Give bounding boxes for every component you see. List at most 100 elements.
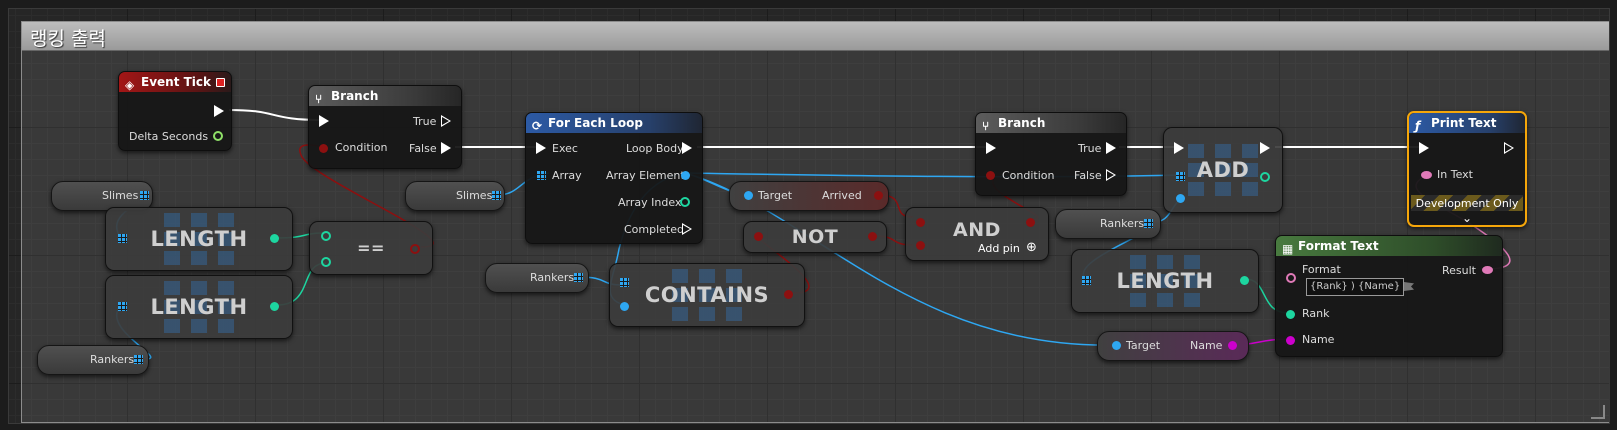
add-pin-icon[interactable]: ⊕ [1026,240,1037,255]
delta-seconds-pin[interactable] [213,131,223,141]
and-node[interactable]: AND Add pin ⊕ [905,207,1049,261]
rankers-getter-3[interactable]: Rankers [1055,209,1161,239]
length-node-2[interactable]: LENGTH [105,275,293,339]
equals-a-pin[interactable] [321,231,331,241]
and-out-pin[interactable] [1026,218,1035,227]
delegate-pin-icon[interactable] [216,78,225,87]
result-pin[interactable] [1482,266,1493,274]
length-node-1[interactable]: LENGTH [105,207,293,271]
rankers-out-pin[interactable] [574,273,583,282]
branch-node-1[interactable]: ⑂ Branch True Condition False [308,85,462,169]
event-tick-header[interactable]: ◈ Event Tick [119,72,231,92]
result-label: Result [1442,264,1476,277]
format-text-header[interactable]: ▦ Format Text [1276,236,1502,256]
contains-item-pin[interactable] [620,302,629,311]
for-each-header[interactable]: ⟳ For Each Loop [526,113,702,133]
branch-1-title: Branch [331,89,379,103]
format-pin[interactable] [1286,273,1296,283]
event-tick-node[interactable]: ◈ Event Tick Delta Seconds [118,71,232,151]
in-text-pin[interactable] [1421,171,1432,179]
branch-icon: ⑂ [982,119,990,133]
length-node-3[interactable]: LENGTH [1071,249,1259,313]
arrived-getter[interactable]: Target Arrived [729,181,889,211]
slimes-out-pin[interactable] [140,191,149,200]
branch-1-header[interactable]: ⑂ Branch [309,86,461,106]
length-2-out-pin[interactable] [270,302,279,311]
add-out-pin[interactable] [1260,172,1270,182]
print-text-exec-out[interactable] [1504,142,1514,154]
arrived-label: Arrived [822,189,862,202]
branch-1-true-pin[interactable] [441,115,451,127]
contains-out-pin[interactable] [784,290,793,299]
for-each-exec-label: Exec [552,142,578,155]
name-getter-label: Name [1190,339,1223,352]
slimes-getter-2[interactable]: Slimes [405,181,505,211]
length-3-out-pin[interactable] [1240,276,1249,285]
expand-chevron-icon[interactable]: ⌄ [1409,211,1525,225]
rankers-getter-1[interactable]: Rankers [37,345,149,375]
and-b-pin[interactable] [916,241,925,250]
name-target-pin[interactable] [1112,341,1121,350]
format-value-field[interactable]: {Rank} ) {Name} [1306,278,1405,296]
branch-2-false-pin[interactable] [1106,169,1116,181]
arrived-target-pin[interactable] [744,191,753,200]
event-tick-title: Event Tick [141,75,212,89]
graph-canvas[interactable]: 랭킹 출력 ◈ Event Tick Delta Seconds ⑂ Branc… [8,8,1610,424]
branch-2-header[interactable]: ⑂ Branch [976,113,1126,133]
and-a-pin[interactable] [916,218,925,227]
name-out-pin[interactable] [1228,341,1237,350]
format-text-node[interactable]: ▦ Format Text Format {Rank} ) {Name} Res… [1275,235,1503,357]
slimes-label: Slimes [456,189,493,202]
branch-1-false-pin[interactable] [441,142,451,154]
array-index-pin[interactable] [680,197,690,207]
arrived-out-pin[interactable] [874,191,883,200]
rankers-out-pin[interactable] [134,355,143,364]
equals-node[interactable]: == [309,221,433,275]
not-out-pin[interactable] [868,232,877,241]
branch-2-exec-in[interactable] [986,142,996,154]
for-each-array-pin[interactable] [537,171,546,180]
print-text-node[interactable]: ƒ Print Text In Text Development Only ⌄ [1407,111,1527,227]
print-text-header[interactable]: ƒ Print Text [1409,113,1525,133]
for-each-exec-in[interactable] [536,142,546,154]
add-item-pin[interactable] [1176,194,1185,203]
equals-b-pin[interactable] [321,257,331,267]
for-each-title: For Each Loop [548,116,643,130]
branch-1-exec-in[interactable] [319,115,329,127]
array-element-pin[interactable] [681,171,690,180]
branch-1-condition-pin[interactable] [319,144,328,153]
loop-body-pin[interactable] [682,142,692,154]
not-node[interactable]: NOT [743,221,887,253]
loop-icon: ⟳ [532,119,543,133]
not-in-pin[interactable] [754,232,763,241]
contains-node[interactable]: CONTAINS [609,263,805,327]
print-text-exec-in[interactable] [1419,142,1429,154]
equals-out-pin[interactable] [410,244,420,254]
rankers-out-pin[interactable] [1144,219,1153,228]
completed-pin[interactable] [682,223,692,235]
event-tick-exec-out[interactable] [214,105,224,117]
length-1-out-pin[interactable] [270,234,279,243]
add-exec-out[interactable] [1260,142,1270,154]
add-node[interactable]: ADD [1163,127,1283,213]
branch-node-2[interactable]: ⑂ Branch True Condition False [975,112,1127,196]
length-3-array-pin[interactable] [1082,276,1091,285]
name-pin[interactable] [1286,336,1295,345]
rankers-getter-2[interactable]: Rankers [485,263,589,293]
localize-flag-icon[interactable] [1404,282,1414,291]
branch-2-condition-pin[interactable] [986,171,995,180]
rank-pin[interactable] [1286,310,1295,319]
comment-resize-handle[interactable] [1591,405,1605,419]
slimes-out-pin[interactable] [492,191,501,200]
length-1-array-pin[interactable] [118,234,127,243]
add-array-pin[interactable] [1176,172,1185,181]
for-each-loop-node[interactable]: ⟳ For Each Loop Exec Loop Body Array Arr… [525,112,703,244]
array-index-label: Array Index [618,196,682,209]
add-exec-in[interactable] [1174,142,1184,154]
contains-array-pin[interactable] [620,278,629,287]
name-getter[interactable]: Target Name [1097,331,1249,361]
add-pin-label[interactable]: Add pin [978,242,1020,255]
branch-2-true-pin[interactable] [1106,142,1116,154]
length-2-array-pin[interactable] [118,302,127,311]
function-icon: ƒ [1415,119,1421,133]
